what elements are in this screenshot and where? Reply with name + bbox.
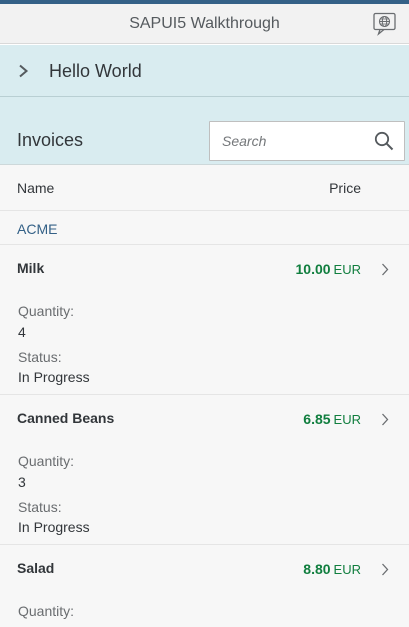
- globe-icon: [373, 12, 396, 36]
- hello-world-panel-toggle[interactable]: Hello World: [0, 45, 409, 97]
- amount-currency: EUR: [333, 562, 361, 577]
- chevron-right-icon: [382, 413, 389, 426]
- group-label: ACME: [17, 221, 58, 237]
- quantity-label: Quantity:: [18, 603, 75, 619]
- amount-value: 8.80: [303, 561, 331, 577]
- status-label: Status:: [18, 499, 62, 515]
- quantity-value: 3: [18, 474, 26, 490]
- price-amount: 8.80 EUR: [303, 561, 361, 577]
- product-name: Salad: [17, 560, 55, 576]
- quantity-value: 4: [18, 324, 26, 340]
- globe-button[interactable]: [373, 12, 397, 36]
- search-button[interactable]: [374, 131, 394, 151]
- amount-value: 10.00: [295, 261, 331, 277]
- search-field: [209, 121, 405, 161]
- amount-currency: EUR: [333, 262, 361, 277]
- price-amount: 6.85 EUR: [303, 411, 361, 427]
- quantity-label: Quantity:: [18, 303, 75, 319]
- invoice-list-header: Invoices: [0, 97, 409, 165]
- shell-bar: SAPUI5 Walkthrough: [0, 4, 409, 44]
- quantity-label: Quantity:: [18, 453, 75, 469]
- group-header: ACME: [0, 211, 409, 245]
- list-item[interactable]: Salad 8.80 EUR Quantity:: [0, 545, 409, 627]
- product-name: Milk: [17, 260, 45, 276]
- hello-world-label: Hello World: [49, 61, 142, 81]
- column-price: Price: [329, 180, 361, 196]
- status-label: Status:: [18, 349, 62, 365]
- product-name: Canned Beans: [17, 410, 115, 426]
- status-value: In Progress: [18, 519, 90, 535]
- chevron-right-icon: [382, 263, 389, 276]
- invoices-title: Invoices: [17, 130, 84, 150]
- list-item[interactable]: Canned Beans 6.85 EUR Quantity: 3 Status:…: [0, 395, 409, 545]
- status-value: In Progress: [18, 369, 90, 385]
- list-item[interactable]: Milk 10.00 EUR Quantity: 4 Status: In Pro…: [0, 245, 409, 395]
- column-header: Name Price: [0, 165, 409, 211]
- amount-currency: EUR: [333, 412, 361, 427]
- column-name: Name: [17, 180, 55, 196]
- amount-value: 6.85: [303, 411, 331, 427]
- search-icon: [374, 131, 394, 151]
- search-input[interactable]: [210, 122, 370, 160]
- price-amount: 10.00 EUR: [296, 261, 362, 277]
- chevron-right-icon: [382, 563, 389, 576]
- app-title: SAPUI5 Walkthrough: [129, 15, 280, 32]
- chevron-right-icon: [19, 64, 29, 78]
